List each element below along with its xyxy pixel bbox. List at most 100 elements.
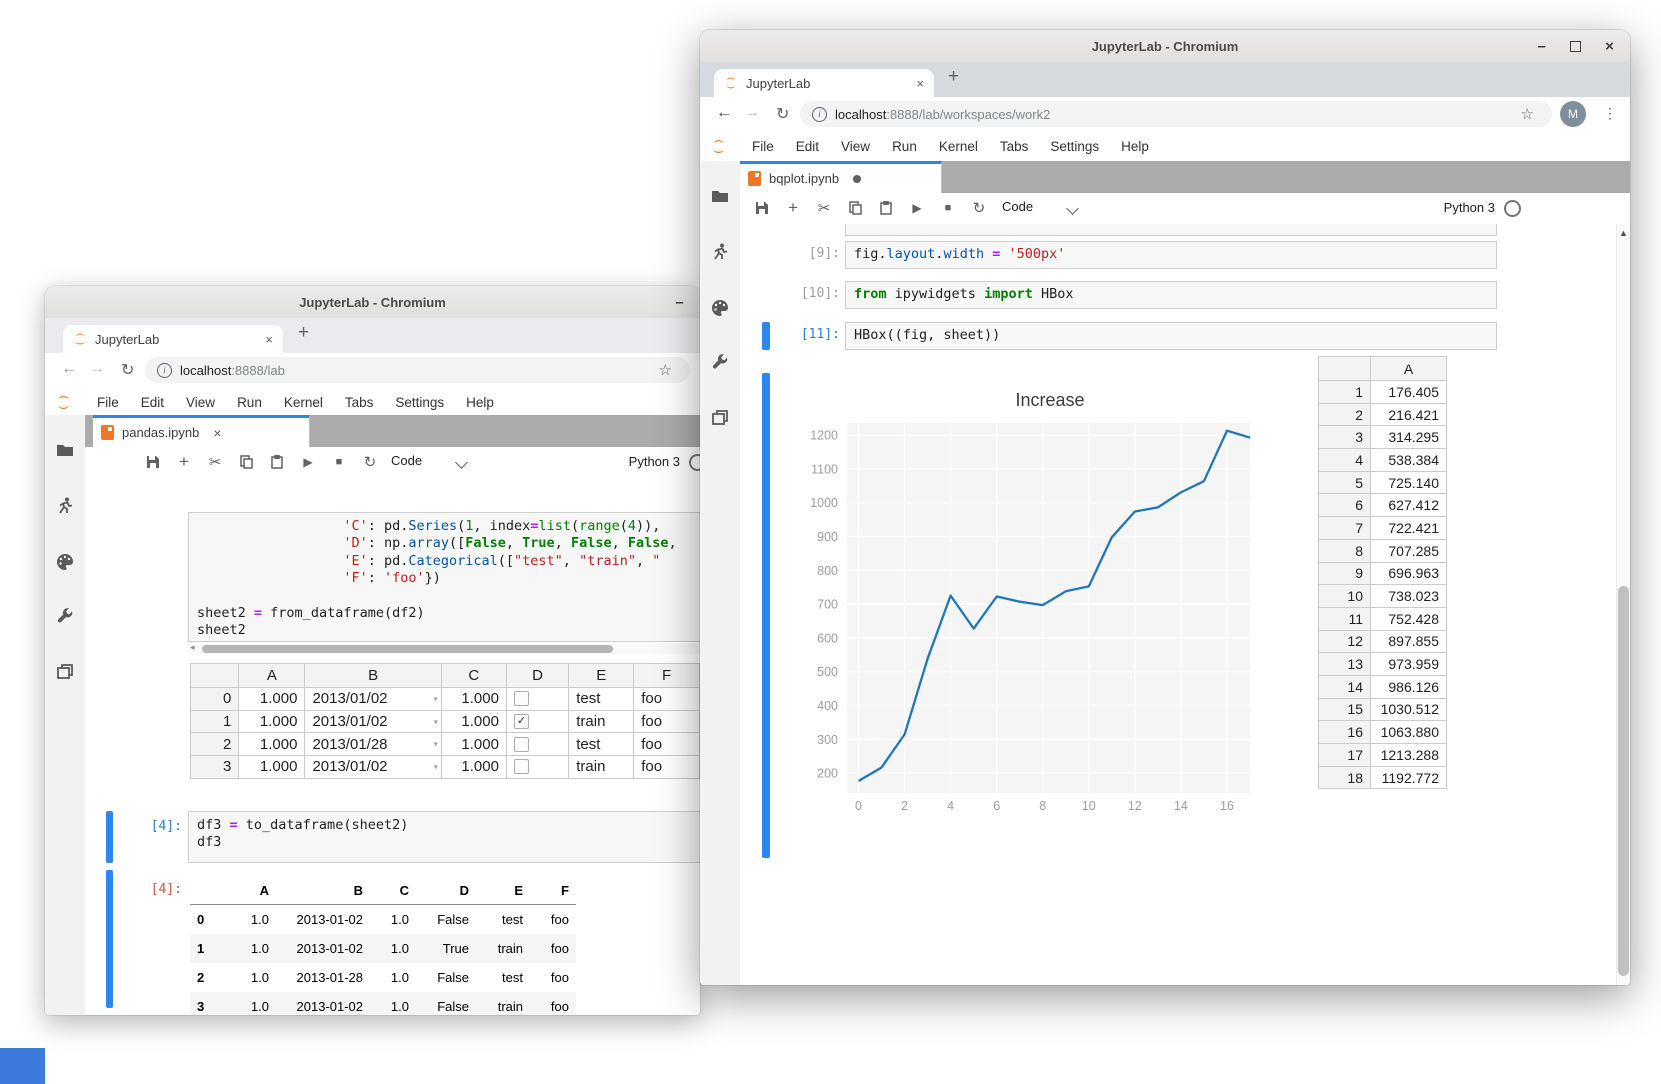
menu-help[interactable]: Help <box>1110 139 1160 154</box>
info-icon[interactable]: i <box>812 107 827 122</box>
output-collapser[interactable] <box>762 373 770 858</box>
tabs-icon[interactable] <box>710 408 730 428</box>
browser-tab[interactable]: JupyterLab × <box>63 325 283 353</box>
dropdown-icon[interactable]: ▾ <box>434 717 438 726</box>
sheet-cell[interactable]: foo <box>634 756 700 779</box>
run-icon[interactable]: ▶ <box>907 198 927 218</box>
sheet-cell[interactable]: 1.000 <box>239 688 305 711</box>
close-button[interactable]: × <box>1603 40 1616 53</box>
running-icon[interactable] <box>710 242 730 262</box>
notebook-tab-close-icon[interactable]: × <box>213 425 221 441</box>
folder-icon[interactable] <box>55 440 75 460</box>
sheet-cell[interactable]: 176.405 <box>1371 381 1447 404</box>
dropdown-icon[interactable]: ▾ <box>434 694 438 703</box>
stop-icon[interactable]: ■ <box>329 452 349 472</box>
checkbox-unchecked[interactable] <box>514 737 529 752</box>
add-cell-icon[interactable]: + <box>783 198 803 218</box>
menu-view[interactable]: View <box>175 395 226 410</box>
save-icon[interactable] <box>143 452 163 472</box>
info-icon[interactable]: i <box>157 363 172 378</box>
wrench-icon[interactable] <box>55 607 75 627</box>
sheet-cell[interactable]: 725.140 <box>1371 471 1447 494</box>
sheet-cell[interactable]: 1192.772 <box>1371 766 1447 789</box>
code-cell-input[interactable]: from ipywidgets import HBox <box>845 281 1497 309</box>
front-browser-window[interactable]: JupyterLab - Chromium – × JupyterLab × +… <box>700 30 1630 985</box>
horizontal-scroll-thumb[interactable] <box>202 645 613 653</box>
sheet-checkbox-cell[interactable] <box>506 688 568 711</box>
sheet-cell[interactable]: train <box>569 756 634 779</box>
notebook-tab[interactable]: bqplot.ipynb <box>740 161 942 193</box>
sheet-cell[interactable]: 722.421 <box>1371 517 1447 540</box>
menu-view[interactable]: View <box>830 139 881 154</box>
new-tab-button[interactable]: + <box>948 66 959 88</box>
menu-kernel[interactable]: Kernel <box>928 139 989 154</box>
sheet-cell[interactable]: foo <box>634 733 700 756</box>
back-notebook-content[interactable]: 'C': pd.Series(1, index=list(range(4)), … <box>85 478 700 1015</box>
sheet-cell[interactable]: 1.000 <box>239 710 305 733</box>
checkbox-unchecked[interactable] <box>514 691 529 706</box>
maximize-button[interactable] <box>1569 40 1582 53</box>
back-icon[interactable]: ← <box>61 360 77 378</box>
menu-tabs[interactable]: Tabs <box>334 395 385 410</box>
bookmark-star-icon[interactable]: ☆ <box>659 361 672 379</box>
sheet-cell[interactable]: 216.421 <box>1371 403 1447 426</box>
minimize-button[interactable]: – <box>1535 40 1548 53</box>
sheet-date-cell[interactable]: 2013/01/28▾ <box>305 733 441 756</box>
sheet-cell[interactable]: 1030.512 <box>1371 698 1447 721</box>
dropdown-icon[interactable]: ▾ <box>434 762 438 771</box>
back-icon[interactable]: ← <box>716 104 732 122</box>
address-bar[interactable]: i localhost:8888/lab ☆ <box>145 357 690 383</box>
dropdown-icon[interactable]: ▾ <box>434 740 438 749</box>
menu-kernel[interactable]: Kernel <box>273 395 334 410</box>
sheet-date-cell[interactable]: 2013/01/02▾ <box>305 688 441 711</box>
sheet-cell[interactable]: 1.000 <box>441 733 506 756</box>
forward-icon[interactable]: → <box>89 360 105 378</box>
sheet-checkbox-cell[interactable] <box>506 756 568 779</box>
address-bar[interactable]: i localhost:8888/lab/workspaces/work2 ☆ <box>800 101 1552 127</box>
code-cell-input[interactable]: fig.layout.width = '500px' <box>845 241 1497 269</box>
tab-close-icon[interactable]: × <box>916 76 924 91</box>
back-titlebar[interactable]: JupyterLab - Chromium <box>45 286 700 319</box>
notebook-tab[interactable]: pandas.ipynb × <box>93 415 310 447</box>
sheet-cell[interactable]: 1.000 <box>239 733 305 756</box>
horizontal-scrollbar[interactable]: ◂ <box>188 644 700 654</box>
add-cell-icon[interactable]: + <box>174 452 194 472</box>
sheet-cell[interactable]: 627.412 <box>1371 494 1447 517</box>
sheet-cell[interactable]: 986.126 <box>1371 675 1447 698</box>
minimize-button[interactable]: – <box>673 296 686 309</box>
menu-file[interactable]: File <box>741 139 785 154</box>
run-icon[interactable]: ▶ <box>298 452 318 472</box>
wrench-icon[interactable] <box>710 353 730 373</box>
code-cell-input[interactable]: 'C': pd.Series(1, index=list(range(4)), … <box>188 512 700 642</box>
sheet-cell[interactable]: 1213.288 <box>1371 744 1447 767</box>
restart-kernel-icon[interactable]: ↻ <box>360 452 380 472</box>
sheet-checkbox-cell[interactable] <box>506 733 568 756</box>
browser-menu-icon[interactable]: ⋮ <box>1603 105 1617 122</box>
sheet-cell[interactable]: 897.855 <box>1371 630 1447 653</box>
sheet-cell[interactable]: foo <box>634 710 700 733</box>
kernel-name[interactable]: Python 3 <box>1444 200 1495 215</box>
menu-edit[interactable]: Edit <box>130 395 175 410</box>
cell-type-chevron-icon[interactable] <box>1066 202 1079 215</box>
save-icon[interactable] <box>752 198 772 218</box>
partial-code-cell[interactable] <box>845 224 1497 236</box>
sheet-checkbox-cell[interactable]: ✓ <box>506 710 568 733</box>
menu-run[interactable]: Run <box>881 139 928 154</box>
sheet-date-cell[interactable]: 2013/01/02▾ <box>305 756 441 779</box>
menu-run[interactable]: Run <box>226 395 273 410</box>
menu-settings[interactable]: Settings <box>1039 139 1110 154</box>
palette-icon[interactable] <box>710 298 730 318</box>
menu-help[interactable]: Help <box>455 395 505 410</box>
sheet-date-cell[interactable]: 2013/01/02▾ <box>305 710 441 733</box>
vertical-scrollbar[interactable]: ▲ <box>1616 224 1630 985</box>
restart-kernel-icon[interactable]: ↻ <box>969 198 989 218</box>
bookmark-star-icon[interactable]: ☆ <box>1521 105 1534 123</box>
menu-edit[interactable]: Edit <box>785 139 830 154</box>
cell-type-chevron-icon[interactable] <box>455 456 468 469</box>
tab-close-icon[interactable]: × <box>265 332 273 347</box>
sheet-cell[interactable]: 973.959 <box>1371 653 1447 676</box>
sheet-cell[interactable]: 1.000 <box>441 710 506 733</box>
sheet-cell[interactable]: train <box>569 710 634 733</box>
paste-icon[interactable] <box>267 452 287 472</box>
running-icon[interactable] <box>55 496 75 516</box>
